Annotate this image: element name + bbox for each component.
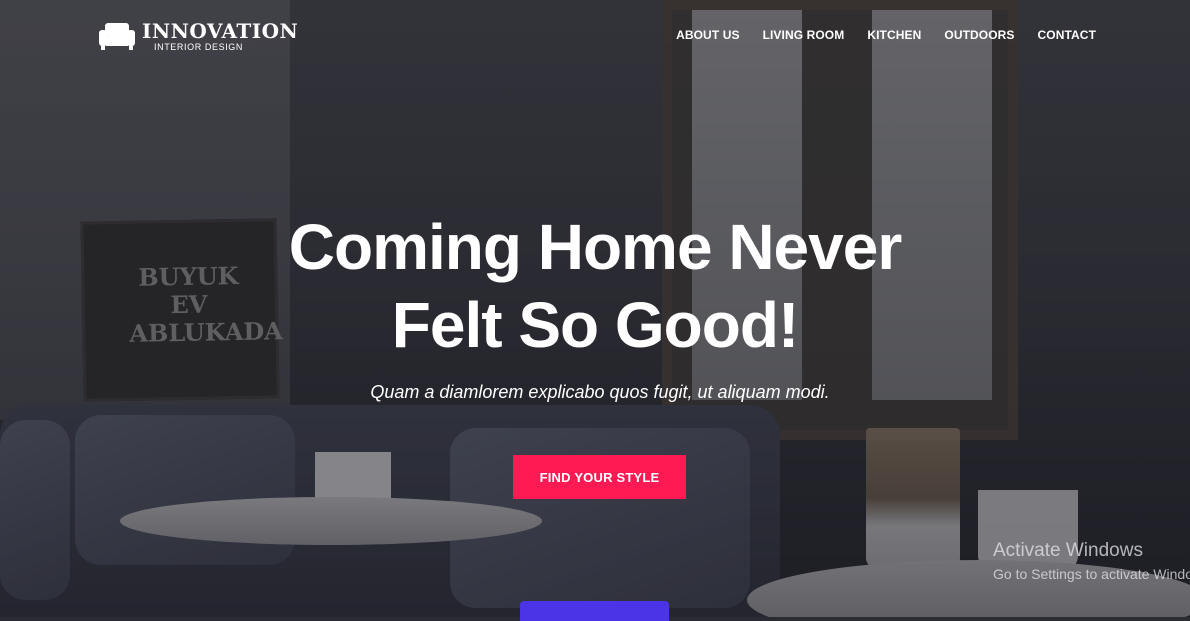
scroll-section-tab[interactable]	[520, 601, 669, 621]
nav-contact[interactable]: CONTACT	[1038, 28, 1096, 42]
watermark-title: Activate Windows	[993, 540, 1143, 561]
brand-subtitle: INTERIOR DESIGN	[154, 42, 244, 52]
brand-logo[interactable]: INNOVATION INTERIOR DESIGN	[98, 20, 298, 52]
main-nav: ABOUT US LIVING ROOM KITCHEN OUTDOORS CO…	[676, 28, 1096, 42]
hero-headline: Coming Home Never Felt So Good!	[0, 208, 1190, 364]
sofa-icon	[98, 20, 136, 52]
nav-outdoors[interactable]: OUTDOORS	[944, 28, 1014, 42]
nav-living-room[interactable]: LIVING ROOM	[763, 28, 845, 42]
brand-title: INNOVATION	[142, 19, 299, 43]
headline-line-1: Coming Home Never	[288, 211, 902, 283]
headline-line-2: Felt So Good!	[391, 289, 800, 361]
windows-activation-watermark: Activate Windows Go to Settings to activ…	[993, 540, 1190, 582]
nav-kitchen[interactable]: KITCHEN	[867, 28, 921, 42]
watermark-subtitle: Go to Settings to activate Windows.	[993, 566, 1190, 582]
hero-tagline: Quam a diamlorem explicabo quos fugit, u…	[370, 382, 830, 402]
nav-about-us[interactable]: ABOUT US	[676, 28, 739, 42]
find-your-style-button[interactable]: FIND YOUR STYLE	[513, 455, 686, 499]
